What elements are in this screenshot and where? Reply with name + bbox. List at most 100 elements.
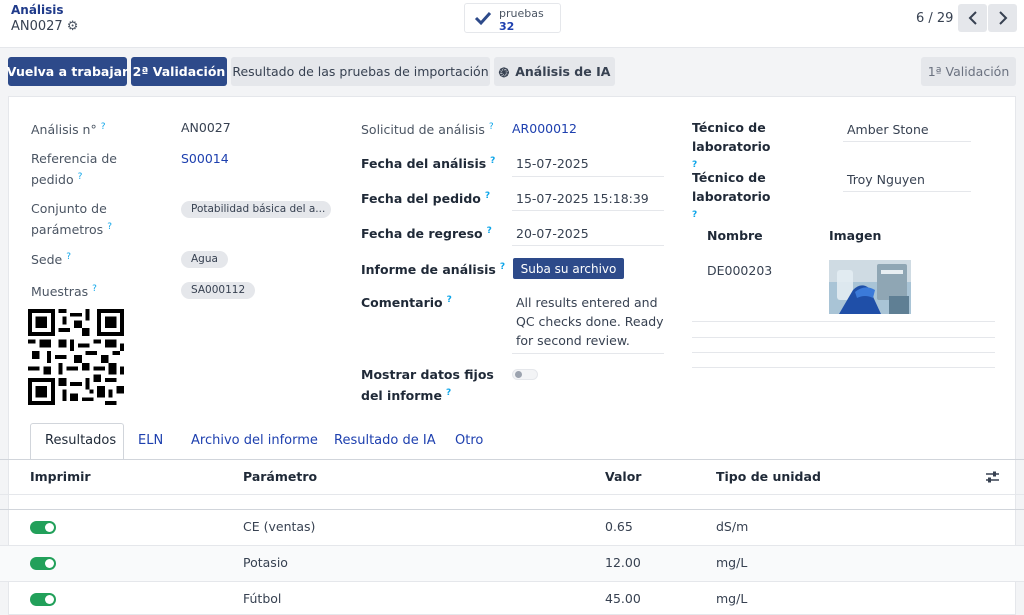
print-toggle[interactable] [30, 557, 56, 570]
tab-ai-result[interactable]: Resultado de IA [334, 433, 436, 448]
tab-other[interactable]: Otro [455, 433, 483, 448]
col-print[interactable]: Imprimir [30, 469, 91, 484]
return-date-label-text: Fecha de regreso [361, 226, 483, 242]
analysis-date-label-text: Fecha del análisis [361, 156, 487, 172]
analysis-no-label: Análisis n°? [31, 118, 106, 139]
ai-swirl-icon: ֍ [498, 65, 510, 81]
samples-tag[interactable]: SA000112 [181, 282, 256, 299]
control-panel: Análisis AN0027 ⚙ pruebas 32 6 / 29 [0, 0, 1024, 48]
attachment-row-divider [692, 337, 995, 338]
help-icon[interactable]: ? [101, 122, 106, 132]
help-icon[interactable]: ? [78, 172, 83, 182]
help-icon[interactable]: ? [692, 210, 697, 220]
smart-button-label: pruebas [499, 7, 544, 20]
analysis-date-label: Fecha del análisis? [361, 152, 495, 173]
pager-previous-button[interactable] [958, 4, 987, 32]
print-toggle[interactable] [30, 521, 56, 534]
pager-next-button[interactable] [988, 4, 1017, 32]
show-fixed-label: Mostrar datos fijos del informe? [361, 365, 501, 405]
gear-icon[interactable]: ⚙ [67, 19, 79, 34]
site-label: Sede? [31, 248, 71, 269]
tech1-input[interactable]: Amber Stone [847, 120, 929, 139]
column-settings-icon[interactable] [985, 470, 1000, 484]
rework-button[interactable]: Vuelva a trabajar [7, 57, 128, 86]
tab-report-file[interactable]: Archivo del informe [191, 433, 318, 448]
value-cell: 12.00 [605, 555, 641, 570]
order-date-input[interactable]: 15-07-2025 15:18:39 [516, 189, 649, 208]
order-date-label: Fecha del pedido? [361, 187, 490, 208]
qr-code-image [28, 309, 124, 405]
param-set-label-text: Conjunto de parámetros [31, 201, 107, 238]
ai-analysis-button[interactable]: ֍ Análisis de IA [494, 57, 615, 86]
value-cell: 45.00 [605, 591, 641, 606]
site-label-text: Sede [31, 252, 63, 268]
attachments-col-name: Nombre [707, 228, 763, 243]
col-parameter[interactable]: Parámetro [243, 469, 317, 484]
col-value[interactable]: Valor [605, 469, 641, 484]
chevron-right-icon [998, 11, 1007, 25]
table-row[interactable]: Potasio 12.00 mg/L [0, 546, 1024, 582]
analysis-date-input[interactable]: 15-07-2025 [516, 154, 589, 173]
pager-value[interactable]: 6 / 29 [916, 11, 953, 26]
order-date-underline [512, 210, 664, 211]
tech1-label-text: Técnico de laboratorio [692, 120, 771, 154]
attachment-name[interactable]: DE000203 [707, 261, 772, 280]
table-row[interactable]: CE (ventas) 0.65 dS/m [0, 510, 1024, 546]
tech2-label: Técnico de laboratorio? [692, 168, 832, 227]
print-toggle[interactable] [30, 593, 56, 606]
tests-smart-button[interactable]: pruebas 32 [464, 3, 561, 33]
help-icon[interactable]: ? [500, 262, 505, 272]
tech2-input[interactable]: Troy Nguyen [847, 170, 925, 189]
value-cell: 0.65 [605, 519, 633, 534]
smart-button-count: 32 [499, 20, 515, 33]
tech2-underline [843, 191, 971, 192]
comment-label-text: Comentario [361, 295, 443, 311]
chevron-left-icon [968, 11, 977, 25]
site-tag[interactable]: Agua [181, 251, 228, 268]
check-icon [474, 11, 492, 26]
tech1-underline [843, 141, 971, 142]
help-icon[interactable]: ? [447, 295, 452, 305]
help-icon[interactable]: ? [489, 122, 494, 132]
help-icon[interactable]: ? [490, 156, 495, 166]
comment-underline [512, 353, 664, 354]
param-set-tag[interactable]: Potabilidad básica del a... [181, 201, 331, 218]
breadcrumb-parent[interactable]: Análisis [11, 3, 64, 17]
help-icon[interactable]: ? [66, 252, 71, 262]
request-label-text: Solicitud de análisis [361, 122, 485, 138]
show-fixed-toggle[interactable] [512, 369, 538, 380]
request-link[interactable]: AR000012 [512, 119, 577, 138]
analysis-date-underline [512, 176, 664, 177]
order-ref-link[interactable]: S00014 [181, 149, 229, 168]
tab-eln[interactable]: ELN [138, 433, 163, 448]
return-date-label: Fecha de regreso? [361, 222, 492, 243]
tab-results[interactable]: Resultados [45, 433, 116, 448]
show-fixed-label-text: Mostrar datos fijos del informe [361, 367, 494, 404]
param-cell: Potasio [243, 555, 288, 570]
help-icon[interactable]: ? [107, 222, 112, 232]
report-label: Informe de análisis? [361, 258, 505, 279]
second-validation-button[interactable]: 2ª Validación [131, 57, 227, 86]
table-row[interactable]: Fútbol 45.00 mg/L [0, 582, 1024, 615]
table-header: Imprimir Parámetro Valor Tipo de unidad [0, 460, 1024, 495]
help-icon[interactable]: ? [446, 388, 451, 398]
param-set-label: Conjunto de parámetros? [31, 199, 131, 239]
unit-cell: mg/L [716, 555, 748, 570]
help-icon[interactable]: ? [487, 226, 492, 236]
attachments-col-image: Imagen [829, 228, 882, 243]
import-results-button[interactable]: Resultado de las pruebas de importación [231, 57, 490, 86]
comment-textarea[interactable]: All results entered and QC checks done. … [516, 293, 664, 350]
first-validation-button[interactable]: 1ª Validación [921, 57, 1016, 86]
help-icon[interactable]: ? [92, 284, 97, 294]
record-name: AN0027 [11, 19, 63, 34]
return-date-input[interactable]: 20-07-2025 [516, 224, 589, 243]
lab-photo-image[interactable] [829, 260, 911, 314]
samples-label-text: Muestras [31, 284, 89, 300]
request-label: Solicitud de análisis? [361, 118, 494, 139]
order-ref-label: Referencia de pedido? [31, 149, 171, 189]
table-header-spacer [0, 495, 1024, 510]
help-icon[interactable]: ? [485, 191, 490, 201]
param-cell: CE (ventas) [243, 519, 316, 534]
upload-file-button[interactable]: Suba su archivo [513, 258, 624, 279]
col-unit[interactable]: Tipo de unidad [716, 469, 821, 484]
